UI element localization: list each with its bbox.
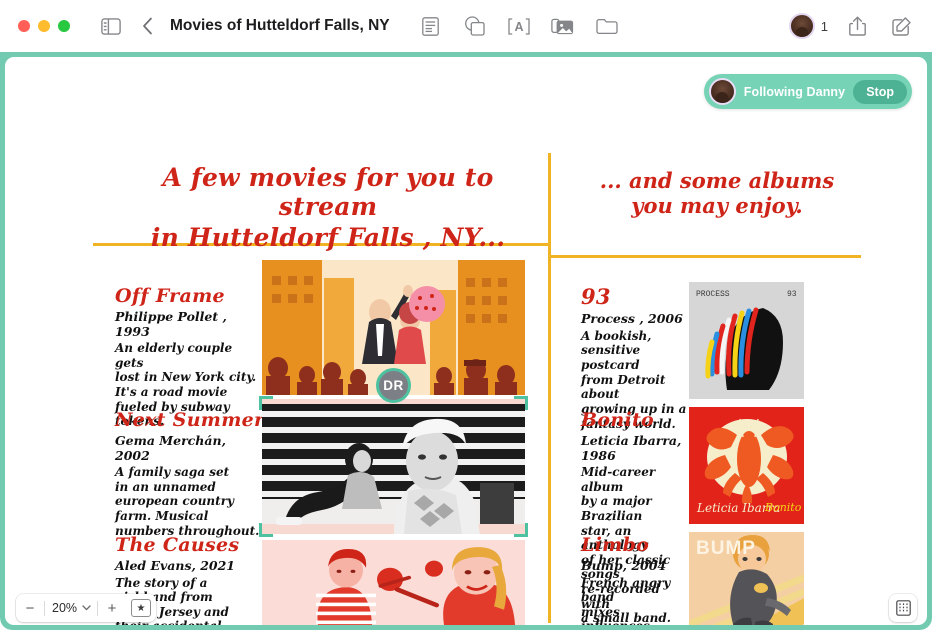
album-credit: Bump, 2004 <box>581 558 667 574</box>
album-cover[interactable]: BUMP LIMBO <box>689 532 804 625</box>
page-title: Movies of Hutteldorf Falls, NY <box>170 17 390 34</box>
titlebar: Movies of Hutteldorf Falls, NY A 1 <box>0 0 932 52</box>
heading-left-line1: A few movies for you to stream <box>162 163 494 221</box>
album-description: French angry band mixes influences in th… <box>581 575 671 625</box>
board-canvas[interactable]: Following Danny Stop A few movies for yo… <box>5 57 927 625</box>
sidebar-icon[interactable] <box>96 11 126 41</box>
insert-comment-icon[interactable] <box>592 11 622 41</box>
fit-to-window-button[interactable] <box>889 594 917 622</box>
svg-text:A: A <box>514 20 523 34</box>
heading-left-line2: in Hutteldorf Falls , NY... <box>150 223 506 252</box>
cover-label-left: PROCESS <box>696 290 730 299</box>
movie-credit: Gema Merchán, 2002 <box>115 433 226 463</box>
zoom-in-button[interactable]: + <box>98 594 126 622</box>
share-icon[interactable] <box>842 11 872 41</box>
album-credit: Leticia Ibarra, 1986 <box>581 433 682 463</box>
canvas-frame: Following Danny Stop A few movies for yo… <box>0 52 932 630</box>
zoom-out-button[interactable]: − <box>16 594 44 622</box>
movie-thumbnail[interactable] <box>262 399 525 534</box>
heading-right: ... and some albums you may enjoy. <box>567 168 867 219</box>
cover-label-right: Bonito <box>764 501 802 514</box>
following-avatar <box>708 78 736 105</box>
insert-media-icon[interactable] <box>548 11 578 41</box>
movie-thumbnail[interactable] <box>262 540 525 625</box>
insert-text-icon[interactable]: A <box>504 11 534 41</box>
collaborator-count: 1 <box>820 18 828 34</box>
album-title: Bonito <box>581 409 655 431</box>
album-entry[interactable]: Limbo Bump, 2004 French angry band mixes… <box>581 534 691 625</box>
album-title: Limbo <box>581 534 650 556</box>
zoom-button[interactable] <box>58 20 70 32</box>
avatar[interactable] <box>788 13 815 39</box>
movie-entry[interactable]: Next Summer Gema Merchán, 2002 A family … <box>115 409 265 538</box>
movie-credit: Aled Evans, 2021 <box>115 558 236 574</box>
window-root: Movies of Hutteldorf Falls, NY A 1 Follo… <box>0 0 932 630</box>
traffic-lights <box>18 20 70 32</box>
horizontal-divider-right <box>551 255 861 258</box>
titlebar-right: 1 <box>788 0 916 52</box>
minimize-button[interactable] <box>38 20 50 32</box>
movie-title: Next Summer <box>115 409 265 431</box>
collaborator-avatar-group[interactable]: 1 <box>788 13 828 39</box>
heading-left: A few movies for you to stream in Huttel… <box>113 163 543 252</box>
stop-following-button[interactable]: Stop <box>853 79 907 104</box>
chevron-down-icon[interactable] <box>82 605 97 611</box>
toolbar-tools: A <box>416 11 622 41</box>
heading-right-line2: you may enjoy. <box>631 193 803 219</box>
cover-label-left: BUMP <box>696 538 756 559</box>
zoom-control[interactable]: − 20% + ★ <box>16 594 157 622</box>
movie-entry[interactable]: Off Frame Philippe Pollet , 1993 An elde… <box>115 285 260 429</box>
album-cover[interactable]: PROCESS 93 <box>689 282 804 399</box>
insert-shape-icon[interactable] <box>460 11 490 41</box>
movie-title: The Causes <box>115 534 240 556</box>
vertical-divider <box>548 153 551 623</box>
movie-credit: Philippe Pollet , 1993 <box>115 309 227 339</box>
following-pill[interactable]: Following Danny Stop <box>703 74 912 109</box>
following-label: Following Danny <box>743 84 846 99</box>
collaborator-cursor-badge: DR <box>376 368 411 403</box>
album-title: 93 <box>581 284 611 309</box>
movie-title: Off Frame <box>115 285 225 307</box>
close-button[interactable] <box>18 20 30 32</box>
star-icon[interactable]: ★ <box>131 599 152 617</box>
compose-icon[interactable] <box>886 11 916 41</box>
heading-right-line1: ... and some albums <box>599 168 835 193</box>
cover-label-right: 93 <box>787 290 797 299</box>
zoom-value: 20% <box>52 601 78 615</box>
back-chevron-icon[interactable] <box>132 11 162 41</box>
album-credit: Process , 2006 <box>581 311 683 327</box>
album-cover[interactable]: Leticia Ibarra Bonito <box>689 407 804 524</box>
insert-table-icon[interactable] <box>416 11 446 41</box>
movie-description: A family saga set in an unnamed european… <box>115 465 260 538</box>
